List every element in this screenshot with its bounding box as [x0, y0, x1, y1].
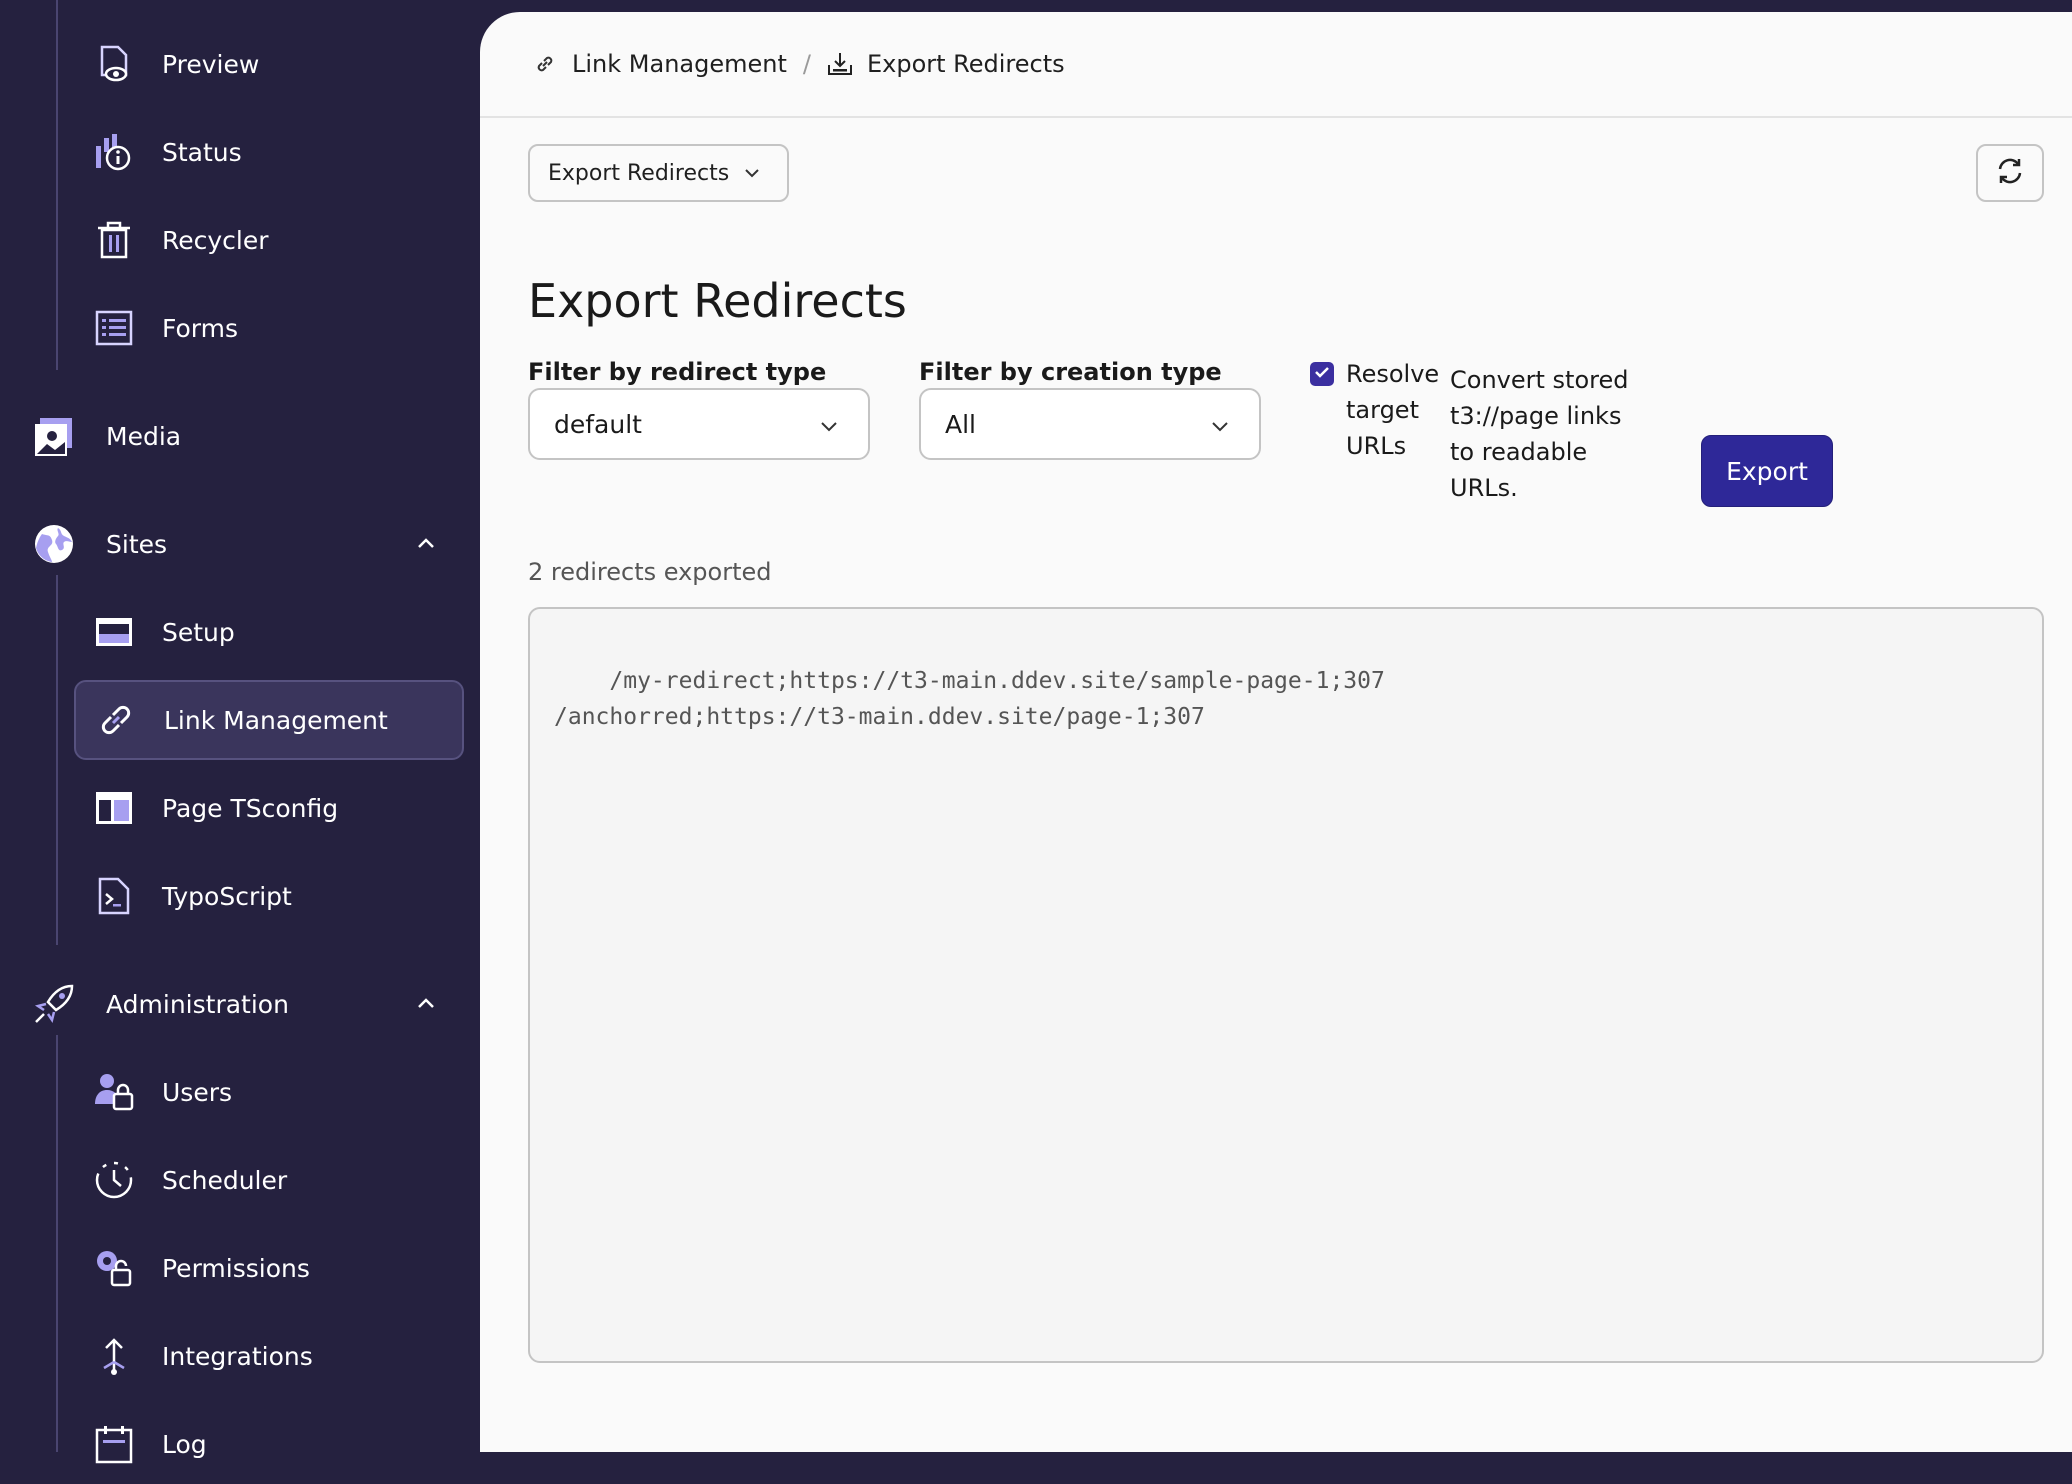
module-action-dropdown[interactable]: Export Redirects	[528, 144, 790, 202]
sidebar-tree-line	[56, 0, 58, 370]
export-output-textarea[interactable]: /my-redirect;https://t3-main.ddev.site/s…	[528, 607, 2044, 1363]
chevron-up-icon[interactable]	[412, 990, 440, 1018]
sidebar-item-typoscript[interactable]: TypoScript	[74, 856, 464, 936]
export-output-text: /my-redirect;https://t3-main.ddev.site/s…	[554, 668, 1385, 730]
users-icon	[92, 1070, 136, 1114]
sidebar-item-link-management[interactable]: Link Management	[74, 680, 464, 760]
sidebar-tree-line	[56, 575, 58, 945]
sidebar-item-label: Recycler	[162, 225, 269, 255]
chevron-down-icon	[818, 414, 840, 436]
breadcrumb-separator: /	[802, 50, 811, 78]
log-icon	[92, 1422, 136, 1466]
sidebar-item-label: Permissions	[162, 1253, 310, 1283]
preview-icon	[92, 42, 136, 86]
resolve-target-urls-description: Convert stored t3://page links to readab…	[1450, 366, 1629, 502]
scheduler-icon	[92, 1158, 136, 1202]
sidebar-item-preview[interactable]: Preview	[74, 24, 464, 104]
globe-icon	[30, 520, 78, 568]
chevron-down-icon	[1209, 414, 1231, 436]
sidebar: Preview Status Recycler Forms Media Site…	[0, 0, 480, 1464]
sidebar-item-label: Preview	[162, 49, 260, 79]
sidebar-item-label: Integrations	[162, 1341, 313, 1371]
link-icon	[532, 51, 558, 77]
sidebar-item-status[interactable]: Status	[74, 112, 464, 192]
resolve-target-urls-label[interactable]: Resolve target URLs	[1346, 356, 1446, 464]
sidebar-item-label: Link Management	[164, 705, 388, 735]
sidebar-item-label: Users	[162, 1077, 233, 1107]
resize-grip-icon[interactable]	[2022, 1341, 2038, 1357]
sidebar-item-label: Status	[162, 137, 242, 167]
sidebar-group-label: Sites	[106, 529, 168, 559]
sidebar-item-log[interactable]: Log	[74, 1404, 464, 1484]
chevron-up-icon[interactable]	[412, 530, 440, 558]
sidebar-item-scheduler[interactable]: Scheduler	[74, 1140, 464, 1220]
sidebar-item-label: Scheduler	[162, 1165, 288, 1195]
sidebar-item-label: TypoScript	[162, 881, 292, 911]
status-icon	[92, 130, 136, 174]
permissions-icon	[92, 1246, 136, 1290]
sidebar-item-users[interactable]: Users	[74, 1052, 464, 1132]
sidebar-group-sites[interactable]: Sites	[30, 504, 450, 584]
sidebar-item-forms[interactable]: Forms	[74, 288, 464, 368]
link-icon	[94, 698, 138, 742]
sidebar-item-label: Page TSconfig	[162, 793, 339, 823]
download-icon	[827, 51, 853, 77]
sidebar-item-permissions[interactable]: Permissions	[74, 1228, 464, 1308]
chevron-down-icon	[743, 163, 763, 183]
filter-creation-type-label: Filter by creation type	[919, 358, 1222, 386]
forms-icon	[92, 306, 136, 350]
integrations-icon	[92, 1334, 136, 1378]
breadcrumb-item-export-redirects: Export Redirects	[827, 50, 1065, 78]
export-button[interactable]: Export	[1701, 435, 1833, 507]
sidebar-item-setup[interactable]: Setup	[74, 592, 464, 672]
sidebar-item-integrations[interactable]: Integrations	[74, 1316, 464, 1396]
reload-button[interactable]	[1976, 144, 2044, 202]
resolve-target-urls-checkbox[interactable]	[1310, 362, 1334, 386]
filter-redirect-type-label: Filter by redirect type	[528, 358, 827, 386]
sidebar-item-recycler[interactable]: Recycler	[74, 200, 464, 280]
rocket-icon	[30, 980, 78, 1028]
sidebar-group-administration[interactable]: Administration	[30, 964, 450, 1044]
sidebar-item-label: Media	[106, 421, 182, 451]
media-icon	[30, 412, 78, 460]
recycler-icon	[92, 218, 136, 262]
sidebar-item-label: Log	[162, 1429, 207, 1459]
refresh-icon	[1995, 156, 2025, 190]
select-value: All	[945, 409, 976, 439]
filter-redirect-type-select[interactable]: default	[528, 388, 870, 460]
sidebar-group-label: Administration	[106, 989, 289, 1019]
sidebar-tree-line	[56, 1035, 58, 1452]
sidebar-item-label: Setup	[162, 617, 235, 647]
module-action-label: Export Redirects	[548, 160, 730, 186]
typoscript-icon	[92, 874, 136, 918]
setup-icon	[92, 610, 136, 654]
main-content: Link Management / Export Redirects Expor…	[480, 12, 2072, 1452]
filter-creation-type-select[interactable]: All	[919, 388, 1261, 460]
tsconfig-icon	[92, 786, 136, 830]
checkmark-icon	[1313, 363, 1331, 385]
sidebar-item-page-tsconfig[interactable]: Page TSconfig	[74, 768, 464, 848]
select-value: default	[554, 409, 642, 439]
result-count: 2 redirects exported	[528, 558, 772, 586]
breadcrumb-item-link-management[interactable]: Link Management	[532, 50, 787, 78]
sidebar-item-media[interactable]: Media	[30, 396, 450, 476]
page-title: Export Redirects	[528, 274, 907, 328]
sidebar-item-label: Forms	[162, 313, 239, 343]
breadcrumb: Link Management / Export Redirects	[480, 12, 2072, 118]
